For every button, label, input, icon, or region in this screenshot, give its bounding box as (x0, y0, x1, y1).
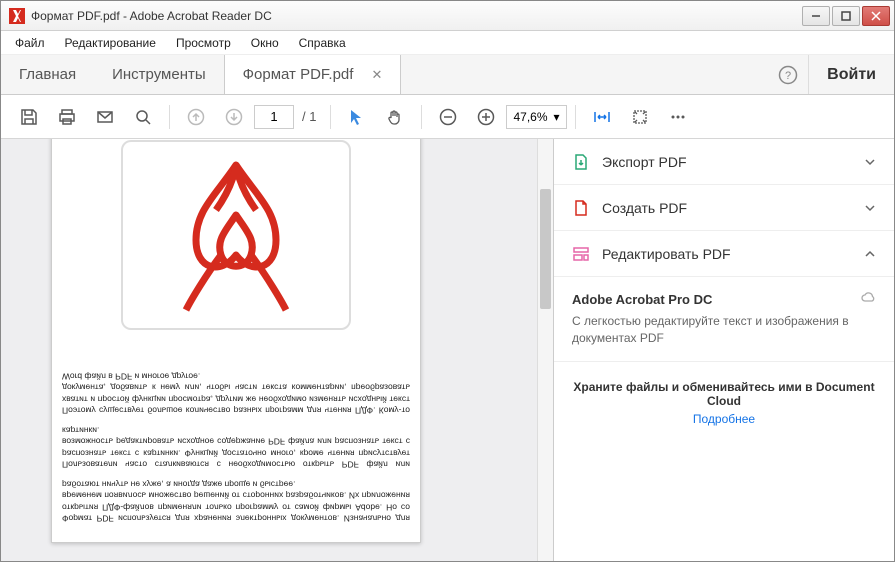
fit-page-button[interactable] (622, 99, 658, 135)
cloud-sync-icon (860, 291, 876, 307)
right-panel: Экспорт PDF Создать PDF Редактировать PD… (554, 139, 894, 561)
zoom-in-button[interactable] (468, 99, 504, 135)
menu-window[interactable]: Окно (243, 34, 287, 52)
promo-title: Adobe Acrobat Pro DC (572, 292, 712, 307)
next-page-button[interactable] (216, 99, 252, 135)
svg-text:?: ? (785, 70, 791, 82)
page-input[interactable] (254, 105, 294, 129)
zoom-out-button[interactable] (430, 99, 466, 135)
chevron-down-icon: ▾ (554, 110, 560, 124)
vertical-scrollbar[interactable] (537, 139, 553, 561)
tab-close-icon[interactable]: ✕ (371, 67, 382, 83)
fit-width-button[interactable] (584, 99, 620, 135)
page-total: / 1 (302, 109, 316, 124)
cloud-promo: Храните файлы и обменивайтесь ими в Docu… (554, 362, 894, 444)
cloud-promo-title: Храните файлы и обменивайтесь ими в Docu… (572, 380, 876, 408)
hand-tool-button[interactable] (377, 99, 413, 135)
zoom-select[interactable]: 47,6% ▾ (506, 105, 566, 129)
print-button[interactable] (49, 99, 85, 135)
promo-section: Adobe Acrobat Pro DC С легкостью редакти… (554, 277, 894, 362)
document-viewport[interactable]: Формат PDF используется для хранения эле… (1, 139, 554, 561)
tool-export-label: Экспорт PDF (602, 154, 687, 170)
app-icon (9, 8, 25, 24)
tool-edit-pdf[interactable]: Редактировать PDF (554, 231, 894, 277)
help-button[interactable]: ? (768, 55, 808, 94)
signin-button[interactable]: Войти (808, 55, 894, 94)
document-text: Формат PDF используется для хранения эле… (62, 370, 410, 524)
more-tools-button[interactable] (660, 99, 696, 135)
email-button[interactable] (87, 99, 123, 135)
tab-document-label: Формат PDF.pdf (243, 66, 354, 83)
tool-edit-label: Редактировать PDF (602, 246, 731, 262)
prev-page-button[interactable] (178, 99, 214, 135)
minimize-button[interactable] (802, 6, 830, 26)
menu-edit[interactable]: Редактирование (57, 34, 164, 52)
toolbar: / 1 47,6% ▾ (1, 95, 894, 139)
scrollbar-thumb[interactable] (540, 189, 551, 309)
tool-create-label: Создать PDF (602, 200, 687, 216)
tab-document[interactable]: Формат PDF.pdf ✕ (224, 55, 402, 94)
menu-view[interactable]: Просмотр (168, 34, 239, 52)
tool-create-pdf[interactable]: Создать PDF (554, 185, 894, 231)
menu-help[interactable]: Справка (291, 34, 354, 52)
close-button[interactable] (862, 6, 890, 26)
menubar: Файл Редактирование Просмотр Окно Справк… (1, 31, 894, 55)
tab-row: Главная Инструменты Формат PDF.pdf ✕ ? В… (1, 55, 894, 95)
pdf-logo-icon (121, 140, 351, 330)
select-tool-button[interactable] (339, 99, 375, 135)
promo-text: С легкостью редактируйте текст и изображ… (572, 313, 876, 347)
content-area: Формат PDF используется для хранения эле… (1, 139, 894, 561)
export-icon (572, 153, 590, 171)
tool-export-pdf[interactable]: Экспорт PDF (554, 139, 894, 185)
cloud-promo-link[interactable]: Подробнее (572, 412, 876, 426)
edit-icon (572, 245, 590, 263)
document-page: Формат PDF используется для хранения эле… (51, 139, 421, 543)
chevron-down-icon (864, 202, 876, 214)
titlebar: Формат PDF.pdf - Adobe Acrobat Reader DC (1, 1, 894, 31)
maximize-button[interactable] (832, 6, 860, 26)
chevron-up-icon (864, 248, 876, 260)
chevron-down-icon (864, 156, 876, 168)
create-icon (572, 199, 590, 217)
menu-file[interactable]: Файл (7, 34, 53, 52)
search-button[interactable] (125, 99, 161, 135)
tab-home[interactable]: Главная (1, 55, 94, 94)
zoom-value: 47,6% (513, 110, 547, 124)
tab-tools[interactable]: Инструменты (94, 55, 224, 94)
save-button[interactable] (11, 99, 47, 135)
window-title: Формат PDF.pdf - Adobe Acrobat Reader DC (31, 9, 802, 23)
